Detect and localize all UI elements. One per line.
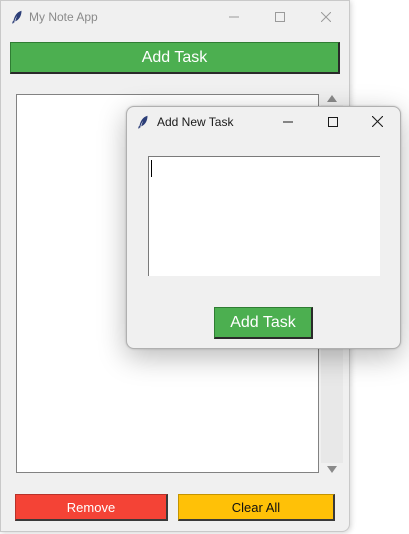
- main-titlebar[interactable]: My Note App: [1, 1, 349, 32]
- dialog-minimize-button[interactable]: [265, 107, 310, 136]
- remove-button[interactable]: Remove: [15, 494, 168, 521]
- dialog-maximize-button[interactable]: [310, 107, 355, 136]
- dialog-close-button[interactable]: [355, 107, 400, 136]
- dialog-window-controls: [265, 107, 400, 136]
- maximize-icon: [275, 11, 285, 22]
- feather-icon: [9, 9, 25, 25]
- feather-icon: [135, 114, 151, 130]
- minimize-icon: [282, 121, 293, 122]
- add-new-task-dialog: Add New Task Add Task: [126, 106, 401, 349]
- close-icon: [321, 11, 331, 22]
- close-button[interactable]: [303, 1, 349, 32]
- window-controls: [211, 1, 349, 32]
- minimize-icon: [229, 16, 239, 17]
- task-text-input[interactable]: [148, 156, 380, 276]
- window-title: My Note App: [29, 9, 98, 24]
- maximize-icon: [327, 116, 338, 127]
- add-task-button[interactable]: Add Task: [10, 42, 340, 74]
- scroll-up-icon[interactable]: [327, 95, 337, 102]
- dialog-add-task-button[interactable]: Add Task: [214, 307, 313, 339]
- dialog-title: Add New Task: [157, 114, 234, 129]
- clear-all-button[interactable]: Clear All: [178, 494, 335, 521]
- minimize-button[interactable]: [211, 1, 257, 32]
- close-icon: [372, 116, 383, 127]
- scroll-down-icon[interactable]: [327, 466, 337, 473]
- text-caret: [151, 160, 152, 177]
- maximize-button[interactable]: [257, 1, 303, 32]
- dialog-titlebar[interactable]: Add New Task: [127, 107, 400, 136]
